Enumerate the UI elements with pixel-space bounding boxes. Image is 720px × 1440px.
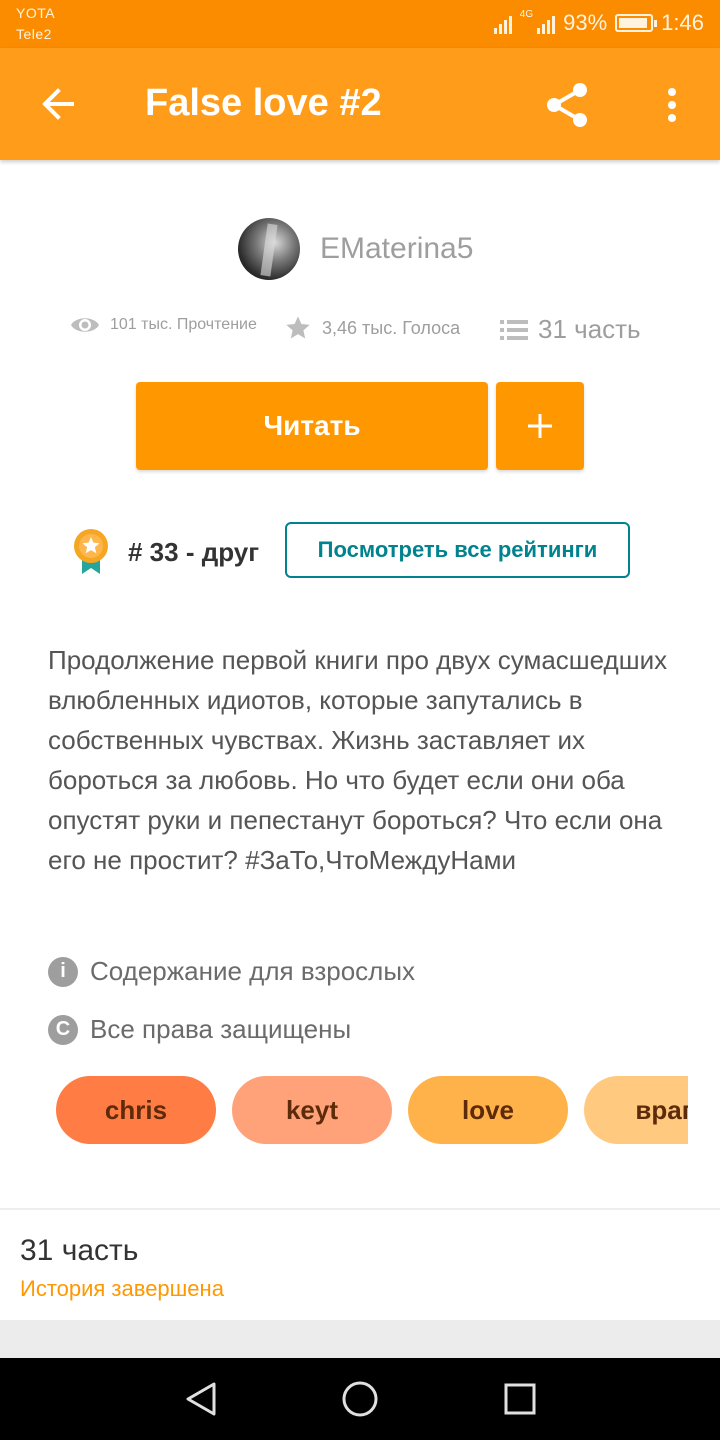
system-nav-bar xyxy=(0,1358,720,1440)
copyright-icon: C xyxy=(48,1014,78,1045)
parts-count-stat: 31 часть xyxy=(538,314,641,344)
eye-icon xyxy=(71,318,99,332)
rank-text: # 33 - друг xyxy=(128,536,260,567)
app-bar: False love #2 xyxy=(0,48,720,160)
mature-content-notice: i Содержание для взрослых xyxy=(48,956,415,987)
reads-stat: 101 тыс. Прочтение xyxy=(70,314,257,336)
tag-chip[interactable]: chris xyxy=(56,1076,216,1144)
story-description: Продолжение первой книги про двух сумасш… xyxy=(48,645,668,875)
tag-chip[interactable]: keyt xyxy=(232,1076,392,1144)
parts-count[interactable]: 31 часть xyxy=(20,1234,138,1268)
share-icon xyxy=(547,83,587,127)
list-icon xyxy=(500,319,528,340)
battery-icon xyxy=(615,14,658,32)
copyright-notice: C Все права защищены xyxy=(48,1014,351,1045)
carrier-name: YOTA xyxy=(16,5,56,21)
mature-label: Содержание для взрослых xyxy=(90,956,416,986)
status-indicators: 4G 93% 1:46 xyxy=(493,9,704,36)
nav-recents-button[interactable] xyxy=(495,1374,545,1424)
tag-chip[interactable]: love xyxy=(408,1076,568,1144)
medal-icon xyxy=(74,529,108,574)
more-vert-icon xyxy=(668,88,676,122)
votes-count: 3,46 тыс. Голоса xyxy=(322,317,461,338)
story-status: История завершена xyxy=(20,1276,224,1301)
status-bar: YOTA Tele2 4G 93% 1:46 xyxy=(0,0,720,48)
reads-count: 101 тыс. Прочтение xyxy=(110,316,257,333)
tag-chip[interactable]: враг xyxy=(584,1076,688,1144)
share-button[interactable] xyxy=(536,74,598,136)
circle-home-icon xyxy=(342,1381,378,1417)
back-button[interactable] xyxy=(28,74,88,134)
page-title: False love #2 xyxy=(145,82,382,124)
battery-level xyxy=(619,18,648,28)
info-icon: i xyxy=(48,956,78,987)
avatar xyxy=(238,218,300,280)
nav-back-button[interactable] xyxy=(176,1374,226,1424)
divider xyxy=(0,1208,720,1210)
clock: 1:46 xyxy=(661,10,704,35)
signal-icon-secondary xyxy=(537,12,556,34)
ranking: # 33 - друг xyxy=(72,524,259,580)
arrow-left-icon xyxy=(42,88,74,120)
more-button[interactable] xyxy=(650,74,694,136)
signal-icon xyxy=(493,12,512,34)
copyright-label: Все права защищены xyxy=(90,1014,352,1044)
plus-icon xyxy=(528,414,552,438)
star-icon xyxy=(286,316,310,339)
author-name: EMaterina5 xyxy=(320,232,474,265)
votes-stat: 3,46 тыс. Голоса xyxy=(284,314,460,342)
read-button[interactable]: Читать xyxy=(136,382,488,470)
triangle-back-icon xyxy=(186,1382,216,1416)
section-separator xyxy=(0,1320,720,1358)
author-link[interactable]: EMaterina5 xyxy=(238,218,473,280)
battery-percent: 93% xyxy=(563,10,608,35)
tag-list[interactable]: chris keyt love враг xyxy=(56,1076,688,1144)
add-to-library-button[interactable] xyxy=(496,382,584,470)
square-recents-icon xyxy=(504,1383,536,1415)
nav-home-button[interactable] xyxy=(335,1374,385,1424)
story-stats: 101 тыс. Прочтение 3,46 тыс. Голоса 31 ч… xyxy=(70,314,670,354)
parts-stat: 31 часть xyxy=(500,314,641,345)
carrier-name-secondary: Tele2 xyxy=(16,26,52,42)
network-type: 4G xyxy=(519,9,534,20)
view-all-ratings-button[interactable]: Посмотреть все рейтинги xyxy=(285,522,630,578)
